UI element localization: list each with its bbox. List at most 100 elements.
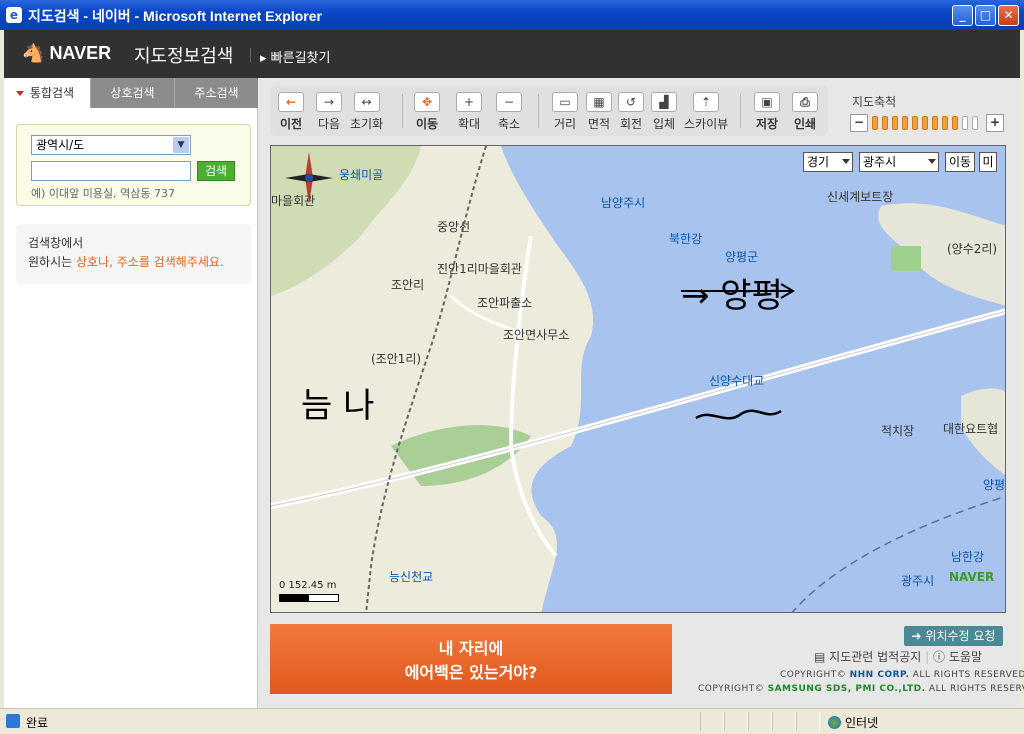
security-zone: 인터넷 — [828, 714, 878, 731]
map-label: 중앙선 — [437, 220, 471, 234]
map-label: 적치장 — [881, 424, 915, 438]
chevron-down-icon — [842, 159, 850, 164]
zoom-level-segment[interactable] — [902, 116, 908, 130]
tab-business-search[interactable]: 상호검색 — [90, 78, 174, 108]
quick-route-label: 빠른길찾기 — [270, 51, 331, 66]
copyright-prefix: COPYRIGHT© — [780, 670, 850, 680]
maximize-button[interactable]: □ — [975, 5, 996, 26]
service-title[interactable]: 지도정보검색 — [134, 42, 233, 68]
document-icon: ▤ — [814, 650, 826, 664]
map-label: 조안면사무소 — [503, 328, 570, 342]
copyright-corp: NHN CORP. — [849, 670, 910, 680]
quick-route-link[interactable]: ▸ 빠른길찾기 — [260, 47, 330, 66]
3d-icon: ▟ — [651, 92, 677, 112]
status-cell — [724, 712, 748, 731]
city-value: 광주시 — [863, 155, 897, 169]
province-value: 경기 — [807, 155, 830, 169]
map-label: 북한강 — [669, 232, 703, 246]
page-icon — [6, 714, 20, 728]
copyright-corp: SAMSUNG SDS, PMI CO.,LTD. — [767, 684, 926, 694]
banner-line1: 내 자리에 — [438, 639, 504, 658]
map-label: 대한요트협 — [943, 422, 999, 436]
zoom-level-segment[interactable] — [922, 116, 928, 130]
prev-label: 이전 — [279, 117, 303, 131]
map-label: 양평 — [983, 478, 1006, 492]
rotate-button[interactable]: ↺ 회전 — [618, 92, 644, 132]
zoom-level-segment[interactable] — [972, 116, 978, 130]
help-icon: ⓘ — [933, 650, 946, 664]
help-link[interactable]: 도움말 — [949, 650, 982, 664]
map-toolbar: ← 이전 → 다음 ↔ 초기화 ✥ 이동 + 확대 − 축소 ▭ 거리 ▦ 면적 ↺ 회전 ▟ 입체… — [270, 86, 828, 136]
3d-button[interactable]: ▟ 입체 — [651, 92, 677, 132]
globe-icon — [828, 716, 841, 729]
zoom-minus-button[interactable]: − — [850, 114, 868, 132]
zoom-level-segment[interactable] — [912, 116, 918, 130]
scale-bar — [279, 594, 339, 602]
prev-button[interactable]: ← 이전 — [278, 92, 304, 132]
status-bar: 완료 인터넷 — [0, 708, 1024, 734]
legal-notice-link[interactable]: 지도관련 법적공지 — [829, 650, 921, 664]
zoom-level-segment[interactable] — [872, 116, 878, 130]
map-naver-logo: NAVER — [949, 570, 995, 584]
minimize-button[interactable]: _ — [952, 5, 973, 26]
zoom-level-segment[interactable] — [882, 116, 888, 130]
area-button[interactable]: ▦ 면적 — [586, 92, 612, 132]
distance-button[interactable]: ▭ 거리 — [552, 92, 578, 132]
next-button[interactable]: → 다음 — [316, 92, 342, 132]
map-label: 광주시 — [901, 574, 935, 588]
skyview-label: 스카이뷰 — [684, 117, 729, 131]
zoom-plus-button[interactable]: + — [986, 114, 1004, 132]
close-button[interactable]: ✕ — [998, 5, 1019, 26]
zoom-out-button[interactable]: − 축소 — [496, 92, 522, 132]
zoom-level-segment[interactable] — [932, 116, 938, 130]
toolbar-divider — [740, 94, 741, 128]
reset-icon: ↔ — [353, 92, 380, 112]
map-label: 신세계보트장 — [827, 190, 894, 204]
window-title: 지도검색 - 네이버 - Microsoft Internet Explorer — [28, 8, 322, 24]
skyview-button[interactable]: ⇡ 스카이뷰 — [684, 92, 728, 132]
reset-button[interactable]: ↔ 초기화 — [350, 92, 383, 132]
province-select[interactable]: 경기 — [803, 152, 853, 172]
city-select[interactable]: 광주시 — [859, 152, 939, 172]
map-label: 조안리 — [391, 278, 425, 292]
map-label: 능신천교 — [389, 570, 434, 584]
hint-prefix: 원하시는 — [28, 255, 76, 269]
map-view[interactable]: 웅쇄미골 마을회관 중앙선 남양주시 북한강 양평군 신세계보트장 (양수2리)… — [270, 145, 1006, 613]
map-label: (양수2리) — [947, 242, 998, 256]
map-label: 웅쇄미골 — [339, 168, 384, 182]
save-button[interactable]: ▣ 저장 — [754, 92, 780, 132]
copyright-nhn: COPYRIGHT© NHN CORP. ALL RIGHTS RESERVED… — [780, 670, 1024, 680]
zoom-in-label: 확대 — [457, 117, 481, 131]
zoom-level-segment[interactable] — [892, 116, 898, 130]
print-button[interactable]: ⎙ 인쇄 — [792, 92, 818, 132]
ad-banner[interactable]: 내 자리에 에어백은 있는거야? — [270, 624, 672, 694]
location-fix-request-button[interactable]: ➜ 위치수정 요청 — [904, 626, 1003, 646]
tab-integrated-search[interactable]: 통합검색 — [4, 78, 90, 108]
link-divider: | — [925, 650, 930, 664]
search-box: 광역시/도 ▼ 검색 예) 이대앞 미용실, 역삼동 737 — [16, 124, 251, 206]
hint-highlight: 상호나, 주소를 검색해주세요. — [75, 255, 224, 269]
search-input[interactable] — [31, 161, 191, 181]
zoom-level-segment[interactable] — [942, 116, 948, 130]
minimap-button[interactable]: 미 — [979, 152, 997, 172]
3d-label: 입체 — [652, 117, 676, 131]
region-move-button[interactable]: 이동 — [945, 152, 975, 172]
copyright-suffix: ALL RIGHTS RESERVED. — [928, 684, 1024, 694]
status-cell — [796, 712, 820, 731]
distance-label: 거리 — [553, 117, 577, 131]
naver-logo[interactable]: 🐴 NAVER — [22, 43, 111, 64]
tab-address-search[interactable]: 주소검색 — [174, 78, 258, 108]
zoom-level-segment[interactable] — [962, 116, 968, 130]
region-select[interactable]: 광역시/도 ▼ — [31, 135, 191, 155]
zoom-level-segment[interactable] — [952, 116, 958, 130]
move-button[interactable]: ✥ 이동 — [414, 92, 440, 132]
map-label: 남한강 — [951, 550, 985, 564]
hint-line2: 원하시는 상호나, 주소를 검색해주세요. — [28, 253, 239, 272]
header-divider — [250, 48, 251, 62]
toolbar-divider — [402, 94, 403, 128]
status-text: 완료 — [26, 716, 49, 730]
zoom-in-button[interactable]: + 확대 — [456, 92, 482, 132]
next-label: 다음 — [317, 117, 341, 131]
map-label: 진안1리마을회관 — [437, 262, 522, 276]
search-button[interactable]: 검색 — [197, 161, 235, 181]
